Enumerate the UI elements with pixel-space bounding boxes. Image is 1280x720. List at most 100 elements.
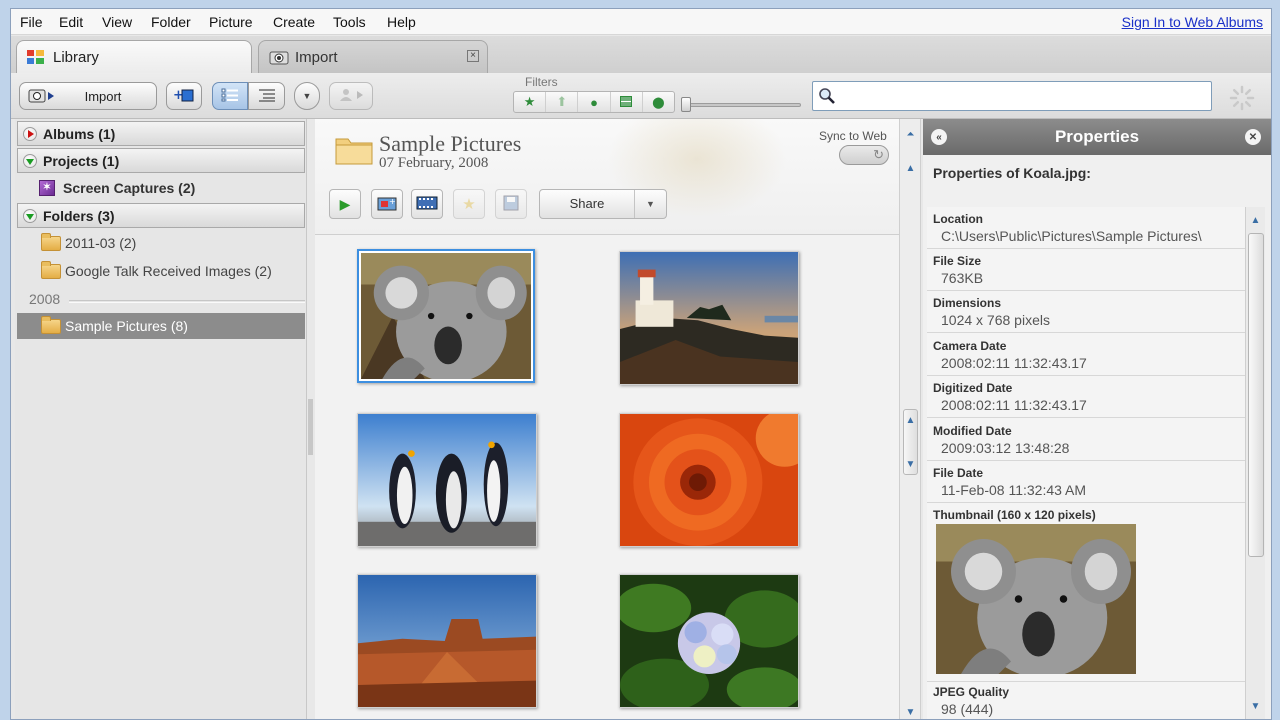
folder-item[interactable]: 2011-03 (2) — [17, 230, 305, 256]
thumbnail-hydrangeas[interactable] — [619, 574, 799, 708]
menu-view[interactable]: View — [102, 14, 132, 30]
folder-item-selected[interactable]: Sample Pictures (8) — [17, 313, 305, 339]
scroll-down-icon[interactable]: ▼ — [903, 455, 918, 473]
menu-picture[interactable]: Picture — [209, 14, 253, 30]
add-to-album-button[interactable]: + — [166, 82, 202, 110]
thumbnail-property-key: Thumbnail (160 x 120 pixels) — [933, 508, 1096, 522]
star-button[interactable]: ★ — [453, 189, 485, 219]
year-divider — [69, 300, 305, 303]
screen-capture-project-icon: ✶ — [39, 180, 55, 196]
people-tag-button[interactable] — [329, 82, 373, 110]
projects-header-label: Projects (1) — [43, 152, 120, 169]
projects-header[interactable]: Projects (1) — [17, 148, 305, 173]
upload-arrow-icon: ⬆ — [556, 94, 568, 109]
close-tab-icon[interactable]: × — [467, 50, 479, 62]
menu-create[interactable]: Create — [273, 14, 315, 30]
video-filter-button[interactable] — [611, 92, 643, 112]
property-row: Digitized Date 2008:02:11 11:32:43.17 — [927, 376, 1245, 418]
picasa-window: File Edit View Folder Picture Create Too… — [10, 8, 1272, 720]
tab-library-label: Library — [53, 48, 99, 66]
view-tree-button[interactable] — [248, 82, 285, 110]
save-disk-icon — [503, 195, 519, 214]
scroll-down-icon[interactable]: ▼ — [1248, 697, 1263, 715]
collapse-panel-icon[interactable]: « — [931, 129, 947, 145]
date-filter-slider[interactable] — [687, 103, 801, 107]
scroll-up-icon[interactable]: ▲ — [903, 411, 918, 429]
jpeg-quality-value: 98 (444) — [941, 701, 994, 717]
view-options-dropdown[interactable]: ▼ — [294, 82, 320, 110]
search-icon — [817, 86, 837, 109]
tab-library[interactable]: Library — [16, 40, 252, 73]
tab-import[interactable]: Import × — [258, 40, 488, 73]
chevron-down-icon[interactable]: ▼ — [635, 199, 666, 209]
starred-filter-button[interactable]: ★ — [514, 92, 547, 112]
save-button[interactable] — [495, 189, 527, 219]
thumbnail-koala[interactable] — [357, 249, 535, 383]
library-icon — [27, 49, 45, 65]
album-add-icon: + — [173, 88, 195, 105]
date-filter-slider-handle[interactable] — [681, 97, 691, 112]
movie-button[interactable] — [411, 189, 443, 219]
people-filter-button[interactable]: ● — [578, 92, 611, 112]
play-icon: ▶ — [339, 195, 351, 212]
thumbnail-penguins[interactable] — [357, 413, 537, 547]
property-key: Dimensions — [933, 296, 1002, 310]
properties-scrollbar[interactable]: ▲ ▼ — [1245, 207, 1265, 719]
import-button[interactable]: Import — [19, 82, 157, 110]
view-thumbnails-button[interactable] — [212, 82, 248, 110]
panel-splitter[interactable] — [308, 399, 313, 455]
expanded-arrow-icon[interactable] — [23, 153, 37, 168]
property-value: 2009:03:12 13:48:28 — [941, 440, 1070, 456]
menu-help[interactable]: Help — [387, 14, 416, 30]
tab-import-label: Import — [295, 48, 338, 66]
property-key: Modified Date — [933, 424, 1012, 438]
thumbnail-lighthouse[interactable] — [619, 251, 799, 385]
film-icon — [416, 195, 438, 214]
list-view-icon — [221, 88, 239, 105]
slideshow-button[interactable]: ▶ — [329, 189, 361, 219]
scroll-up-icon[interactable]: ▲ — [1248, 211, 1263, 229]
desert-image — [358, 575, 536, 707]
sign-in-link[interactable]: Sign In to Web Albums — [1122, 14, 1263, 30]
thumbnail-desert[interactable] — [357, 574, 537, 708]
thumbnail-grid — [315, 236, 899, 719]
collapsed-arrow-icon[interactable] — [23, 126, 37, 141]
folder-item[interactable]: Google Talk Received Images (2) — [17, 258, 305, 284]
albums-header[interactable]: Albums (1) — [17, 121, 305, 146]
thumbnail-scrollbar[interactable]: ⏶ ▲ ▲ ▼ ▼ — [899, 119, 921, 719]
menu-folder[interactable]: Folder — [151, 14, 191, 30]
scroll-bottom-icon[interactable]: ▼ — [903, 703, 918, 719]
scrollbar-thumb[interactable] — [1248, 233, 1264, 557]
collage-button[interactable]: + — [371, 189, 403, 219]
uploaded-filter-button[interactable]: ⬆ — [546, 92, 579, 112]
folders-header-label: Folders (3) — [43, 207, 115, 224]
share-button[interactable]: Share ▼ — [539, 189, 667, 219]
selected-folder-label: Sample Pictures (8) — [65, 318, 188, 334]
menu-edit[interactable]: Edit — [59, 14, 83, 30]
property-value: 11-Feb-08 11:32:43 AM — [941, 482, 1087, 498]
scroll-top-icon[interactable]: ⏶ — [903, 125, 918, 143]
sync-to-web-label: Sync to Web — [819, 129, 887, 143]
albums-header-label: Albums (1) — [43, 125, 116, 142]
divider — [927, 681, 1245, 682]
tree-view-icon — [258, 88, 276, 105]
folder-icon — [41, 315, 61, 334]
expanded-arrow-icon[interactable] — [23, 208, 37, 223]
menu-tools[interactable]: Tools — [333, 14, 366, 30]
thumbnail-chrysanthemum[interactable] — [619, 413, 799, 547]
menu-file[interactable]: File — [20, 14, 43, 30]
hydrangeas-image — [620, 575, 798, 707]
property-key: Camera Date — [933, 339, 1007, 353]
property-key: Digitized Date — [933, 381, 1013, 395]
sync-to-web-toggle[interactable]: ↻ — [839, 145, 889, 165]
scroll-up-icon[interactable]: ▲ — [903, 159, 918, 177]
sync-icon: ↻ — [873, 147, 884, 162]
folder-content-pane: Sample Pictures 07 February, 2008 Sync t… — [315, 119, 899, 719]
search-input[interactable] — [812, 81, 1212, 111]
screen-captures-item[interactable]: ✶ Screen Captures (2) — [17, 175, 305, 201]
folder-title: Sample Pictures — [379, 131, 522, 156]
geotag-filter-button[interactable]: ⬤ — [643, 92, 674, 112]
close-icon[interactable]: ✕ — [1245, 129, 1261, 145]
folders-header[interactable]: Folders (3) — [17, 203, 305, 228]
property-value: C:\Users\Public\Pictures\Sample Pictures… — [941, 228, 1202, 244]
